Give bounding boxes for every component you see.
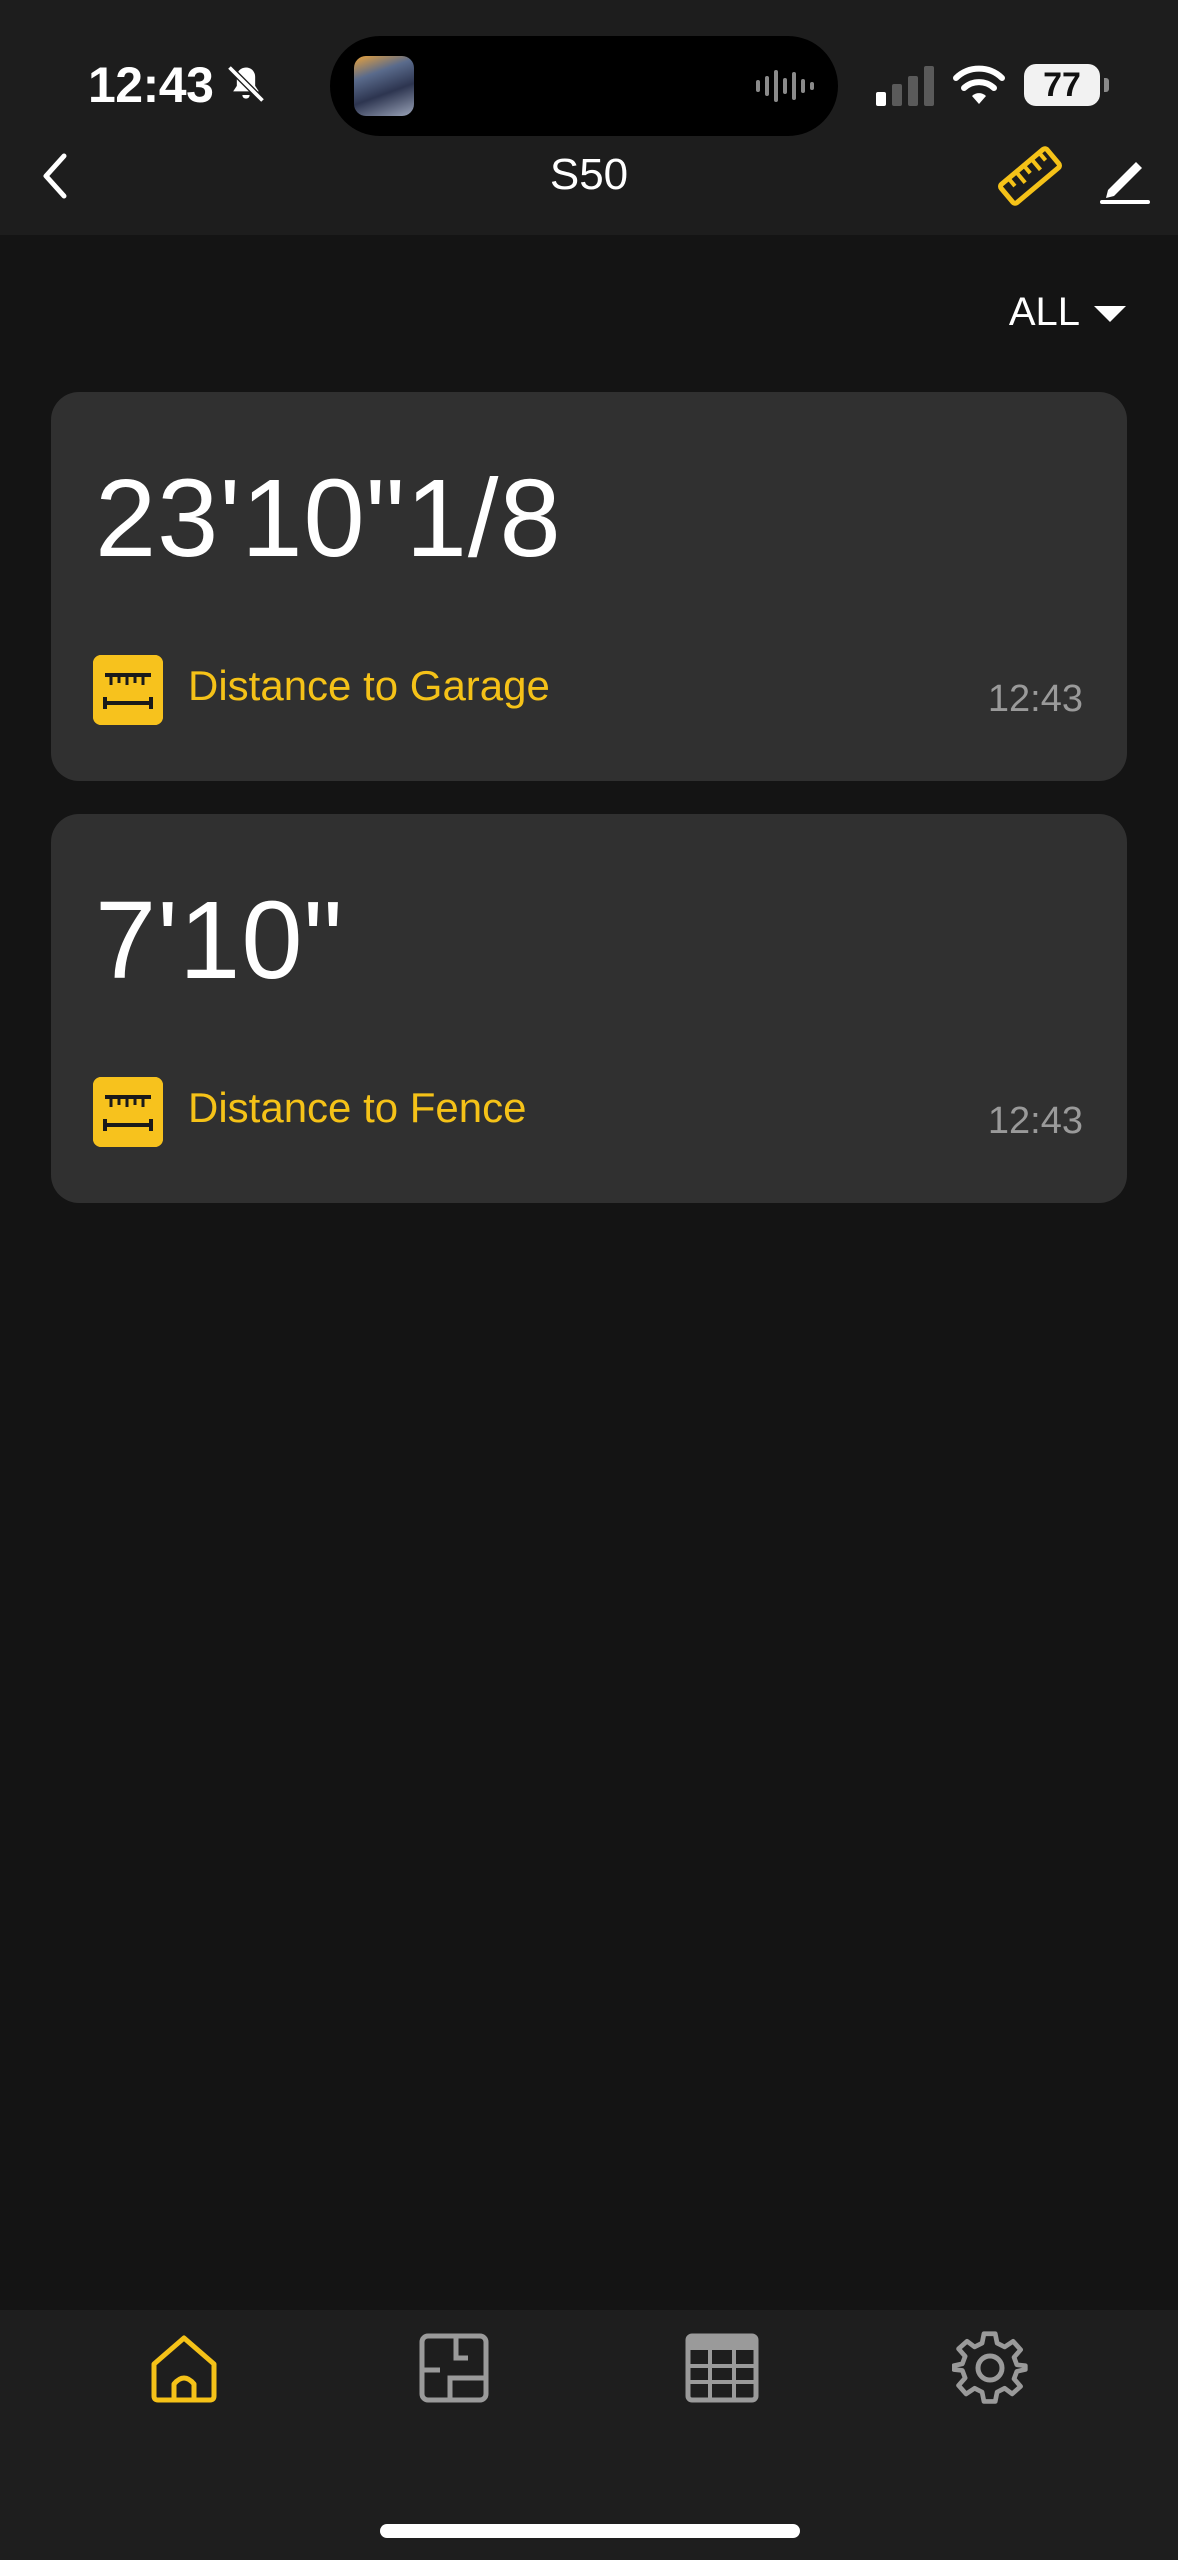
table-icon[interactable]: [684, 2330, 760, 2406]
floorplan-icon[interactable]: [416, 2330, 492, 2406]
home-icon[interactable]: [146, 2330, 222, 2406]
pencil-icon[interactable]: [1098, 150, 1152, 204]
home-indicator: [380, 2524, 800, 2538]
measurement-card[interactable]: 7'10" Distance to Fence 12:43: [51, 814, 1127, 1203]
measurement-time: 12:43: [987, 678, 1083, 720]
measurement-card[interactable]: 23'10"1/8 Distance to Garage 12:43: [51, 392, 1127, 781]
tape-measure-icon: [93, 1077, 163, 1147]
status-time: 12:43: [88, 57, 214, 113]
measurement-time: 12:43: [987, 1100, 1083, 1142]
wifi-icon: [953, 65, 1005, 104]
filter-dropdown[interactable]: ALL: [1009, 290, 1126, 335]
measurement-label: Distance to Garage: [188, 662, 550, 709]
signal-icon: [876, 66, 934, 106]
now-playing-artwork: [354, 56, 414, 116]
gear-icon[interactable]: [952, 2330, 1028, 2406]
filter-label: ALL: [1008, 290, 1080, 334]
measurement-label: Distance to Fence: [188, 1084, 527, 1131]
dynamic-island[interactable]: [330, 36, 838, 136]
tape-measure-icon: [93, 655, 163, 725]
battery-icon: 77: [1024, 64, 1109, 106]
bell-slash-icon: [227, 65, 265, 103]
measurement-value: 7'10": [95, 879, 344, 1002]
top-bar: 12:43 77 S50: [0, 0, 1178, 235]
caret-down-icon: [1094, 305, 1126, 322]
audio-wave-icon: [756, 70, 814, 102]
measurement-value: 23'10"1/8: [95, 457, 562, 580]
ruler-icon[interactable]: [996, 142, 1064, 210]
